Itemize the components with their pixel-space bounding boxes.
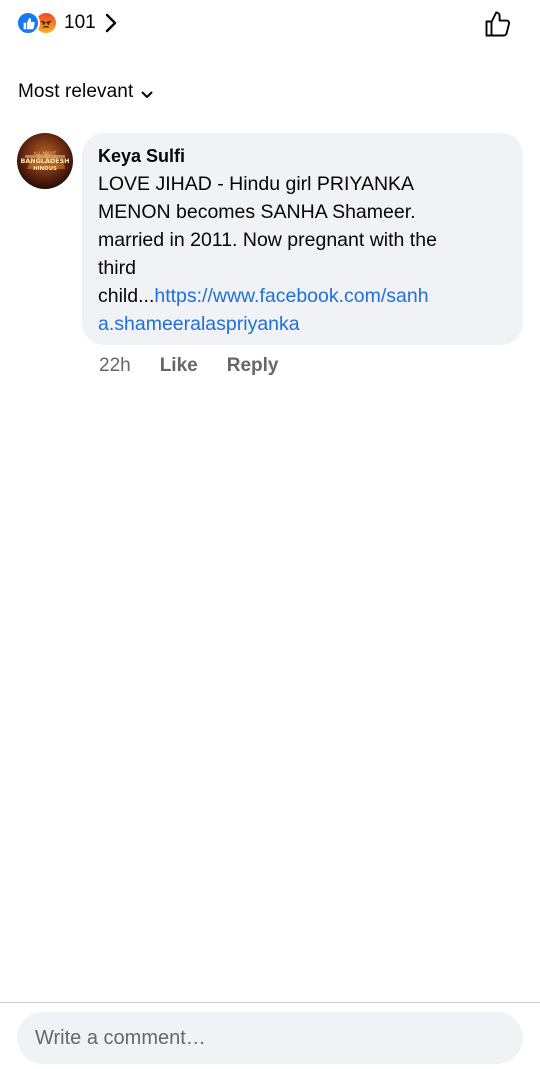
comment-link-part1[interactable]: https://www.facebook.com/sanh: [154, 285, 428, 307]
comment-input-placeholder: Write a comment…: [35, 1026, 206, 1049]
comment-line: child...https://www.facebook.com/sanh: [98, 282, 507, 310]
comments-page: 101 Most relevant ALL ABOUT BANGLADESH H…: [0, 0, 540, 1069]
comment-line-prefix: child...: [98, 285, 155, 307]
comment-bubble[interactable]: Keya Sulfi LOVE JIHAD - Hindu girl PRIYA…: [82, 133, 523, 345]
avatar[interactable]: ALL ABOUT BANGLADESH HINDUS: [17, 133, 73, 189]
reactions-summary[interactable]: 101: [16, 9, 118, 37]
avatar-text-top: ALL ABOUT: [34, 151, 57, 156]
reactions-bar: 101: [0, 0, 540, 50]
avatar-text-bottom: HINDUS: [33, 166, 57, 172]
sort-label: Most relevant: [18, 81, 134, 102]
sort-dropdown[interactable]: Most relevant: [18, 78, 153, 106]
comment-line: a.shameeralaspriyanka: [98, 310, 507, 338]
comment-text: LOVE JIHAD - Hindu girl PRIYANKA MENON b…: [98, 170, 507, 338]
avatar-text-mid: BANGLADESH: [20, 157, 69, 165]
comment-line: married in 2011. Now pregnant with the: [98, 229, 437, 251]
comment-line: LOVE JIHAD - Hindu girl PRIYANKA: [98, 173, 415, 195]
like-post-button[interactable]: [482, 8, 514, 40]
comment-actions: 22h Like Reply: [99, 352, 278, 380]
reaction-count: 101: [64, 12, 96, 33]
comment-line: MENON becomes SANHA Shameer.: [98, 201, 416, 223]
thumbs-up-icon: [485, 11, 511, 37]
comment-author[interactable]: Keya Sulfi: [98, 145, 507, 167]
chevron-down-icon: [141, 87, 153, 98]
divider: [0, 1002, 540, 1003]
like-comment-button[interactable]: Like: [160, 355, 198, 377]
like-icon: [16, 11, 40, 35]
comment-link-part2[interactable]: a.shameeralaspriyanka: [98, 313, 300, 335]
comment-timestamp[interactable]: 22h: [99, 355, 131, 377]
comment-line: third: [98, 257, 136, 279]
comment-input[interactable]: Write a comment…: [17, 1012, 523, 1064]
reply-button[interactable]: Reply: [227, 355, 279, 377]
chevron-right-icon: [104, 12, 118, 34]
